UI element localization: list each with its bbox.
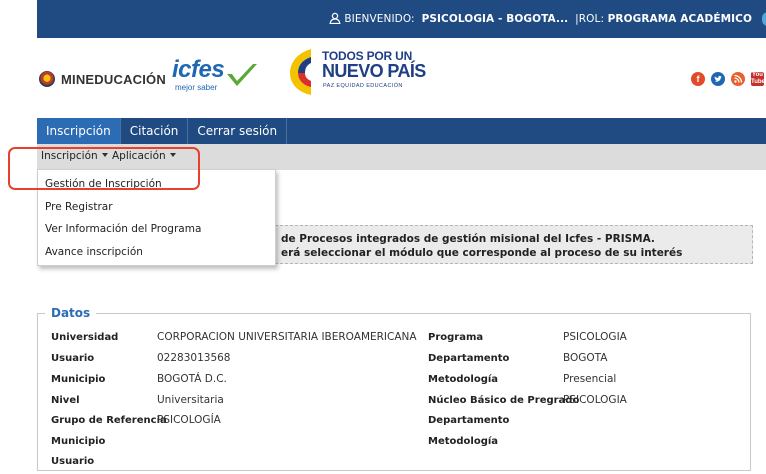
field-value-universidad: CORPORACION UNIVERSITARIA IBEROAMERICANA: [157, 331, 417, 343]
role-value: PROGRAMA ACADÉMICO: [607, 13, 752, 25]
highlight-annotation: [8, 147, 200, 190]
icfes-text: icfes: [172, 56, 225, 83]
menu-item-ver-informacion-programa[interactable]: Ver Información del Programa: [45, 223, 201, 235]
field-usuario: Usuario: [51, 352, 94, 364]
youtube-icon[interactable]: You Tube: [751, 72, 765, 86]
welcome-label: BIENVENIDO:: [344, 13, 415, 25]
field-label: Municipio: [51, 374, 106, 385]
info-banner: de Procesos integrados de gestión mision…: [270, 225, 753, 264]
field-grupo-referencia: Grupo de Referencia: [51, 414, 167, 426]
field-metodologia-2: Metodología: [428, 435, 498, 447]
field-departamento: Departamento: [428, 352, 509, 364]
field-label: Universidad: [51, 332, 119, 343]
field-value-nucleo-basico: PSICOLOGIA: [563, 394, 627, 406]
nav-item-citacion[interactable]: Citación: [121, 118, 189, 144]
header: MINEDUCACIÓN icfes mejor saber TODOS POR…: [37, 38, 766, 118]
field-label: Municipio: [51, 436, 106, 447]
social-links: f You Tube: [691, 72, 765, 86]
field-value-grupo-referencia: PSICOLOGÍA: [157, 414, 221, 426]
banner-line-2: erá seleccionar el módulo que correspond…: [281, 247, 683, 259]
field-nucleo-basico: Núcleo Básico de Pregrado: [428, 394, 579, 406]
campaign-line-2: NUEVO PAÍS: [322, 61, 426, 81]
field-universidad: Universidad: [51, 331, 118, 343]
facebook-icon[interactable]: f: [691, 72, 705, 86]
menu-item-pre-registrar[interactable]: Pre Registrar: [45, 201, 113, 213]
user-info: BIENVENIDO: PSICOLOGIA - BOGOTA... |ROL:…: [329, 12, 752, 25]
field-municipio-2: Municipio: [51, 435, 105, 447]
icfes-subtitle: mejor saber: [175, 83, 218, 92]
mineducacion-logo[interactable]: MINEDUCACIÓN: [39, 71, 166, 87]
field-label: Programa: [428, 332, 484, 343]
field-label: Departamento: [428, 415, 510, 426]
rss-icon[interactable]: [731, 72, 745, 86]
main-nav: Inscripción Citación Cerrar sesión: [37, 118, 766, 144]
side-toggle-button[interactable]: [762, 12, 766, 26]
user-icon: [329, 12, 341, 24]
field-label: Nivel: [51, 395, 80, 406]
field-metodologia: Metodología: [428, 373, 498, 385]
field-label: Metodología: [428, 374, 499, 385]
field-value-departamento: BOGOTA: [563, 352, 608, 364]
nav-item-cerrar-sesion[interactable]: Cerrar sesión: [188, 118, 288, 144]
field-value-metodologia: Presencial: [563, 373, 617, 385]
field-value-municipio: BOGOTÁ D.C.: [157, 373, 227, 385]
field-value-nivel: Universitaria: [157, 394, 224, 406]
field-value-usuario: 02283013568: [157, 352, 231, 364]
field-nivel: Nivel: [51, 394, 80, 406]
user-name[interactable]: PSICOLOGIA - BOGOTA...: [422, 13, 569, 25]
field-municipio: Municipio: [51, 373, 105, 385]
field-usuario-2: Usuario: [51, 455, 94, 467]
check-mark-icon: [227, 64, 257, 86]
todos-por-un-nuevo-pais-logo[interactable]: TODOS POR UN NUEVO PAÍS PAZ EQUIDAD EDUC…: [287, 47, 426, 101]
icfes-logo[interactable]: icfes mejor saber: [172, 56, 262, 100]
field-label: Usuario: [51, 456, 95, 467]
role-label: |ROL:: [575, 13, 605, 25]
campaign-line-3: PAZ EQUIDAD EDUCACIÓN: [323, 83, 403, 89]
twitter-icon[interactable]: [711, 72, 725, 86]
field-value-programa: PSICOLOGIA: [563, 331, 627, 343]
colombia-seal-icon: [39, 71, 55, 87]
field-label: Grupo de Referencia: [51, 415, 167, 426]
campaign-flag-icon: [290, 49, 311, 95]
nav-item-inscripcion[interactable]: Inscripción: [37, 118, 121, 144]
field-departamento-2: Departamento: [428, 414, 509, 426]
menu-item-avance-inscripcion[interactable]: Avance inscripción: [45, 246, 143, 258]
field-programa: Programa: [428, 331, 483, 343]
datos-legend: Datos: [45, 306, 97, 320]
user-bar: BIENVENIDO: PSICOLOGIA - BOGOTA... |ROL:…: [37, 0, 766, 38]
mineducacion-text: MINEDUCACIÓN: [61, 71, 166, 87]
field-label: Núcleo Básico de Pregrado: [428, 395, 580, 406]
rss-feed-icon: [734, 74, 743, 83]
field-label: Metodología: [428, 436, 499, 447]
datos-panel: Datos Universidad CORPORACION UNIVERSITA…: [37, 306, 751, 471]
field-label: Usuario: [51, 353, 95, 364]
bird-icon: [714, 75, 722, 82]
field-label: Departamento: [428, 353, 510, 364]
banner-line-1: de Procesos integrados de gestión mision…: [281, 233, 655, 245]
